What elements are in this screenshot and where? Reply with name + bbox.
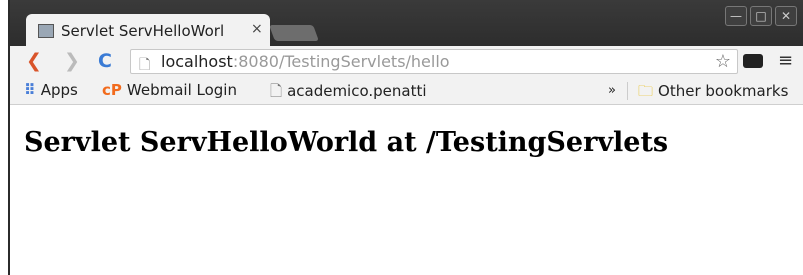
reload-button[interactable]: C xyxy=(98,50,112,72)
bookmark-apps-label: Apps xyxy=(40,81,78,99)
extension-icon[interactable] xyxy=(743,54,763,68)
maximize-button[interactable]: □ xyxy=(750,6,772,26)
tab-title: Servlet ServHelloWorl xyxy=(61,22,225,40)
bookmark-star-icon[interactable]: ☆ xyxy=(715,51,731,72)
minimize-button[interactable]: — xyxy=(725,6,747,26)
address-bar[interactable]: 🗋 localhost:8080/TestingServlets/hello ☆ xyxy=(130,49,738,74)
browser-window: Servlet ServHelloWorl × — □ ✕ ❮ ❯ C 🗋 lo… xyxy=(8,0,803,275)
url-path: :8080/TestingServlets/hello xyxy=(232,52,450,71)
image-icon xyxy=(38,24,54,38)
tab-close-button[interactable]: × xyxy=(251,21,263,37)
close-window-button[interactable]: ✕ xyxy=(775,6,797,26)
page-content: Servlet ServHelloWorld at /TestingServle… xyxy=(10,105,803,275)
navigation-toolbar: ❮ ❯ C 🗋 localhost:8080/TestingServlets/h… xyxy=(10,46,803,78)
bookmarks-bar: ⠿ Apps cP Webmail Login 🗋 academico.penatti… xyxy=(10,78,803,105)
bookmark-academico[interactable]: 🗋 academico.penatti xyxy=(270,81,427,106)
bookmarks-overflow-button[interactable]: » xyxy=(608,83,616,98)
window-controls: — □ ✕ xyxy=(725,6,797,26)
bookmark-academico-label: academico.penatti xyxy=(287,82,427,100)
tab-strip: Servlet ServHelloWorl × — □ ✕ xyxy=(10,0,803,47)
bookmark-apps[interactable]: ⠿ Apps xyxy=(24,81,78,99)
bookmark-webmail-label: Webmail Login xyxy=(126,81,237,99)
bookmark-other-label: Other bookmarks xyxy=(658,82,789,100)
back-button[interactable]: ❮ xyxy=(26,50,42,72)
browser-tab[interactable]: Servlet ServHelloWorl × xyxy=(26,14,270,47)
menu-button[interactable]: ≡ xyxy=(778,50,793,71)
cpanel-icon: cP xyxy=(102,81,122,99)
forward-button[interactable]: ❯ xyxy=(64,50,80,72)
url-host: localhost xyxy=(161,52,233,71)
bookmark-separator xyxy=(627,82,628,100)
page-icon: 🗋 xyxy=(139,57,151,73)
page-heading: Servlet ServHelloWorld at /TestingServle… xyxy=(24,127,669,158)
apps-grid-icon: ⠿ xyxy=(24,81,36,99)
page-icon: 🗋 xyxy=(270,82,283,100)
folder-icon: 🗀 xyxy=(638,82,654,100)
url-text[interactable]: localhost:8080/TestingServlets/hello xyxy=(161,52,450,71)
bookmark-webmail[interactable]: cP Webmail Login xyxy=(102,81,237,99)
bookmark-other[interactable]: 🗀 Other bookmarks xyxy=(638,81,788,106)
new-tab-button[interactable] xyxy=(269,25,319,41)
